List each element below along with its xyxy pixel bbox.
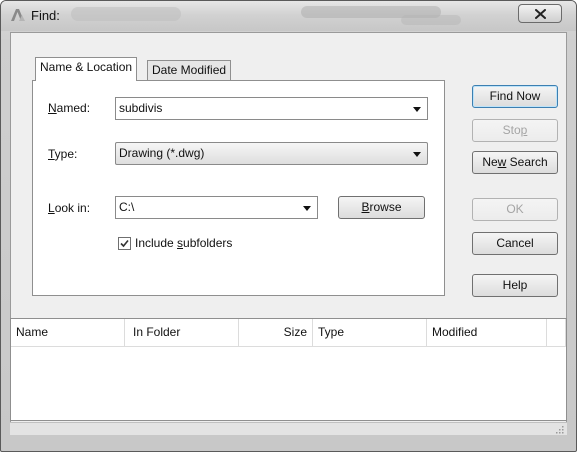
close-icon — [535, 9, 546, 19]
status-bar — [10, 422, 567, 435]
tab-name-and-location[interactable]: Name & Location — [35, 57, 138, 81]
find-dialog: Find: Name & Location Date Modified Name… — [0, 0, 577, 452]
window-title: Find: — [31, 8, 60, 23]
look-in-combobox[interactable]: C:\ — [115, 196, 318, 219]
chevron-down-icon[interactable] — [303, 206, 311, 211]
column-header-size[interactable]: Size — [239, 319, 313, 347]
chevron-down-icon[interactable] — [413, 107, 421, 112]
close-button[interactable] — [518, 4, 562, 23]
named-label: Named: — [48, 101, 91, 115]
column-header-type[interactable]: Type — [313, 319, 427, 347]
tab-date-modified[interactable]: Date Modified — [147, 60, 232, 80]
browse-button[interactable]: Browse — [338, 196, 425, 219]
type-dropdown[interactable]: Drawing (*.dwg) — [115, 142, 428, 165]
tab-label: Name & Location — [40, 60, 133, 74]
named-value: subdivis — [119, 101, 163, 115]
look-in-value: C:\ — [119, 200, 135, 214]
autocad-app-icon — [10, 8, 26, 22]
include-subfolders-label[interactable]: Include subfolders — [135, 236, 232, 250]
include-subfolders-checkbox[interactable] — [118, 237, 131, 250]
resize-grip-icon[interactable] — [555, 425, 564, 434]
chevron-down-icon[interactable] — [413, 152, 421, 157]
column-header-in-folder[interactable]: In Folder — [125, 319, 239, 347]
checkmark-icon — [120, 239, 129, 248]
results-list[interactable]: Name In Folder Size Type Modified — [10, 318, 567, 421]
named-combobox[interactable]: subdivis — [115, 97, 428, 120]
new-search-button[interactable]: New Search — [472, 151, 558, 174]
ok-button[interactable]: OK — [472, 198, 558, 221]
column-header-modified[interactable]: Modified — [427, 319, 547, 347]
tab-label: Date Modified — [152, 63, 227, 77]
find-now-button[interactable]: Find Now — [472, 85, 558, 108]
title-bar-blur — [71, 7, 181, 21]
column-header-filler — [547, 319, 566, 347]
title-bar[interactable]: Find: — [1, 1, 576, 31]
help-button[interactable]: Help — [472, 274, 558, 297]
column-header-name[interactable]: Name — [11, 319, 125, 347]
look-in-label: Look in: — [48, 201, 91, 215]
type-label: Type: — [48, 147, 78, 161]
type-value: Drawing (*.dwg) — [119, 146, 205, 160]
cancel-button[interactable]: Cancel — [472, 232, 558, 255]
title-bar-blur — [401, 15, 461, 25]
stop-button[interactable]: Stop — [472, 119, 558, 142]
